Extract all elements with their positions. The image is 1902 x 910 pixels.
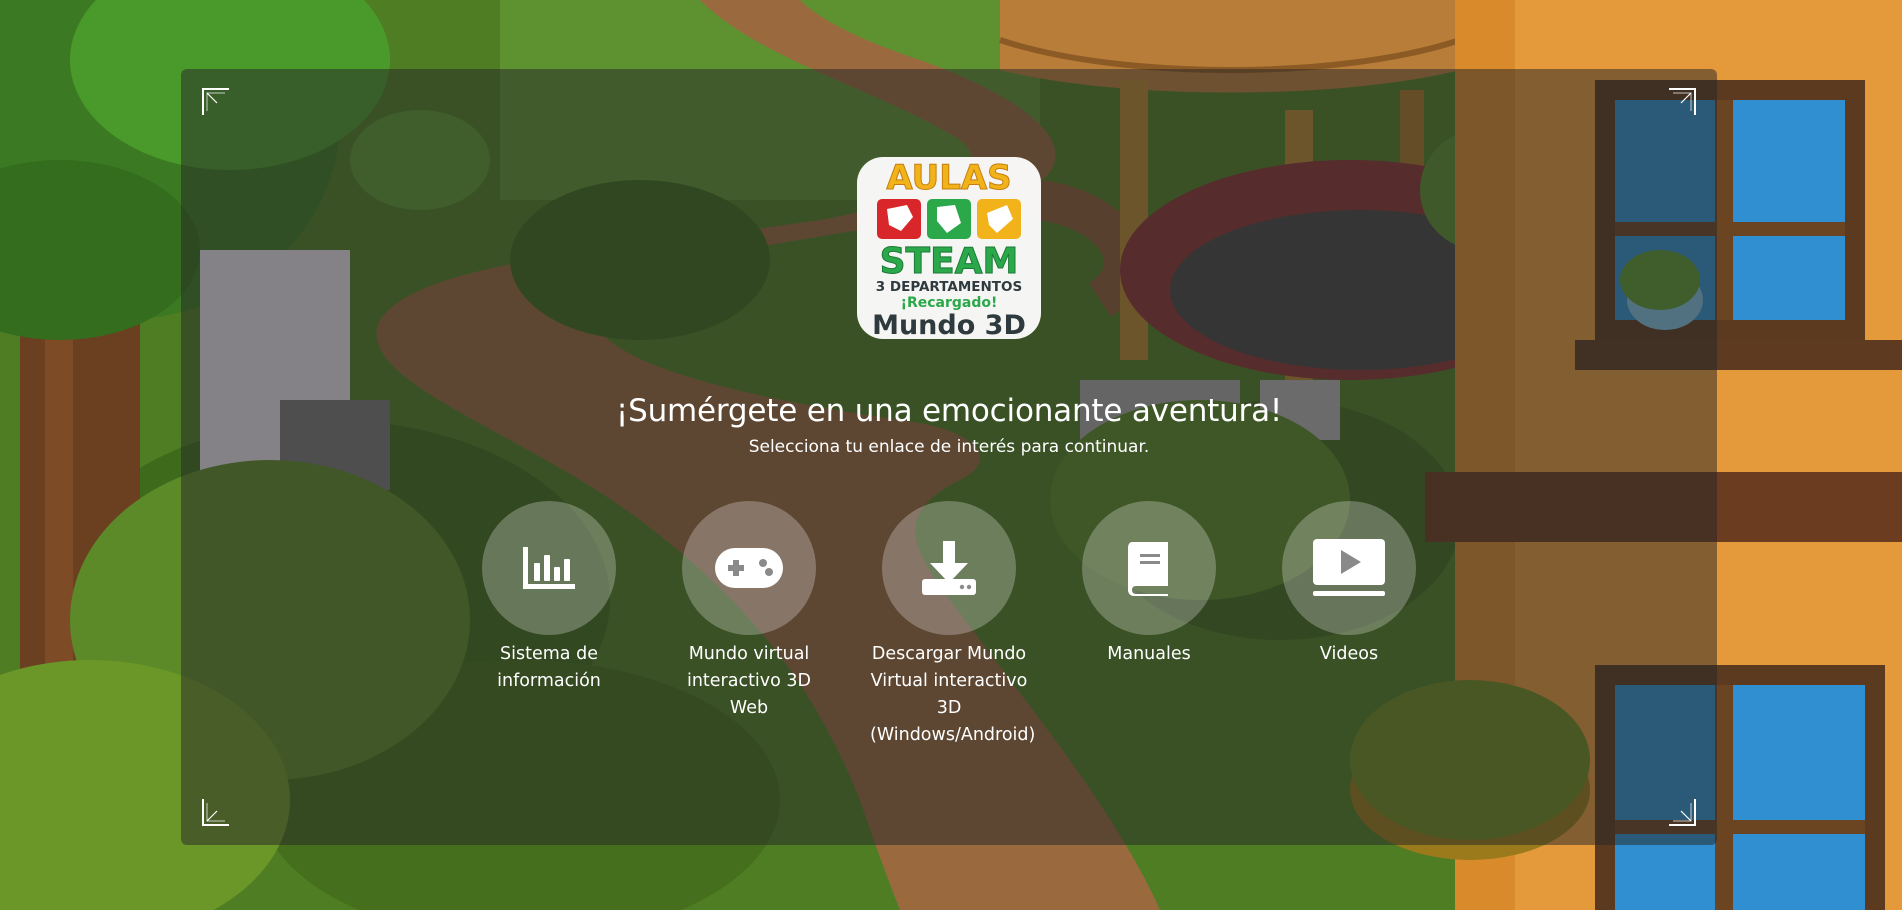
link-sistema-informacion-label[interactable]: Sistema de información bbox=[464, 641, 634, 695]
link-descargar-mundo-virtual[interactable]: Descargar Mundo Virtual interactivo 3D (… bbox=[864, 501, 1035, 749]
corner-bracket-bottom-right-icon bbox=[1667, 797, 1697, 827]
link-list: Sistema de información Mundo virtual int… bbox=[181, 501, 1717, 761]
logo-line-departamentos: 3 DEPARTAMENTOS bbox=[876, 279, 1022, 295]
corner-bracket-bottom-left-icon bbox=[201, 797, 231, 827]
link-videos-label[interactable]: Videos bbox=[1264, 641, 1434, 668]
link-videos-circle[interactable] bbox=[1282, 501, 1416, 635]
link-manuales[interactable]: Manuales bbox=[1064, 501, 1234, 668]
logo-line-aulas: AULAS bbox=[886, 158, 1011, 198]
link-sistema-informacion-circle[interactable] bbox=[482, 501, 616, 635]
logo-line-recargado: ¡Recargado! bbox=[901, 295, 998, 311]
link-manuales-label[interactable]: Manuales bbox=[1064, 641, 1234, 668]
link-mundo-virtual-web-circle[interactable] bbox=[682, 501, 816, 635]
main-panel: AULAS STEAM 3 DEPARTAMENTOS ¡Recargado! … bbox=[181, 69, 1717, 845]
link-mundo-virtual-web-label[interactable]: Mundo virtual interactivo 3D Web bbox=[664, 641, 834, 722]
page-subtitle: Selecciona tu enlace de interés para con… bbox=[748, 437, 1150, 457]
logo-line-steam: STEAM bbox=[880, 241, 1019, 282]
aulas-steam-logo: AULAS STEAM 3 DEPARTAMENTOS ¡Recargado! … bbox=[851, 153, 1047, 343]
link-sistema-informacion[interactable]: Sistema de información bbox=[464, 501, 634, 695]
download-icon bbox=[922, 541, 976, 595]
gamepad-icon bbox=[715, 548, 783, 588]
corner-bracket-top-left-icon bbox=[201, 87, 231, 117]
corner-bracket-top-right-icon bbox=[1667, 87, 1697, 117]
link-manuales-circle[interactable] bbox=[1082, 501, 1216, 635]
book-icon bbox=[1128, 542, 1168, 596]
link-descargar-mundo-virtual-label[interactable]: Descargar Mundo Virtual interactivo 3D (… bbox=[864, 641, 1035, 749]
link-mundo-virtual-web[interactable]: Mundo virtual interactivo 3D Web bbox=[664, 501, 834, 722]
bar-chart-icon bbox=[523, 547, 575, 589]
link-videos[interactable]: Videos bbox=[1264, 501, 1434, 668]
page-title: ¡Sumérgete en una emocionante aventura! bbox=[615, 393, 1283, 429]
logo-line-mundo3d: Mundo 3D bbox=[872, 310, 1026, 341]
video-play-icon bbox=[1313, 539, 1385, 596]
link-descargar-mundo-virtual-circle[interactable] bbox=[882, 501, 1016, 635]
